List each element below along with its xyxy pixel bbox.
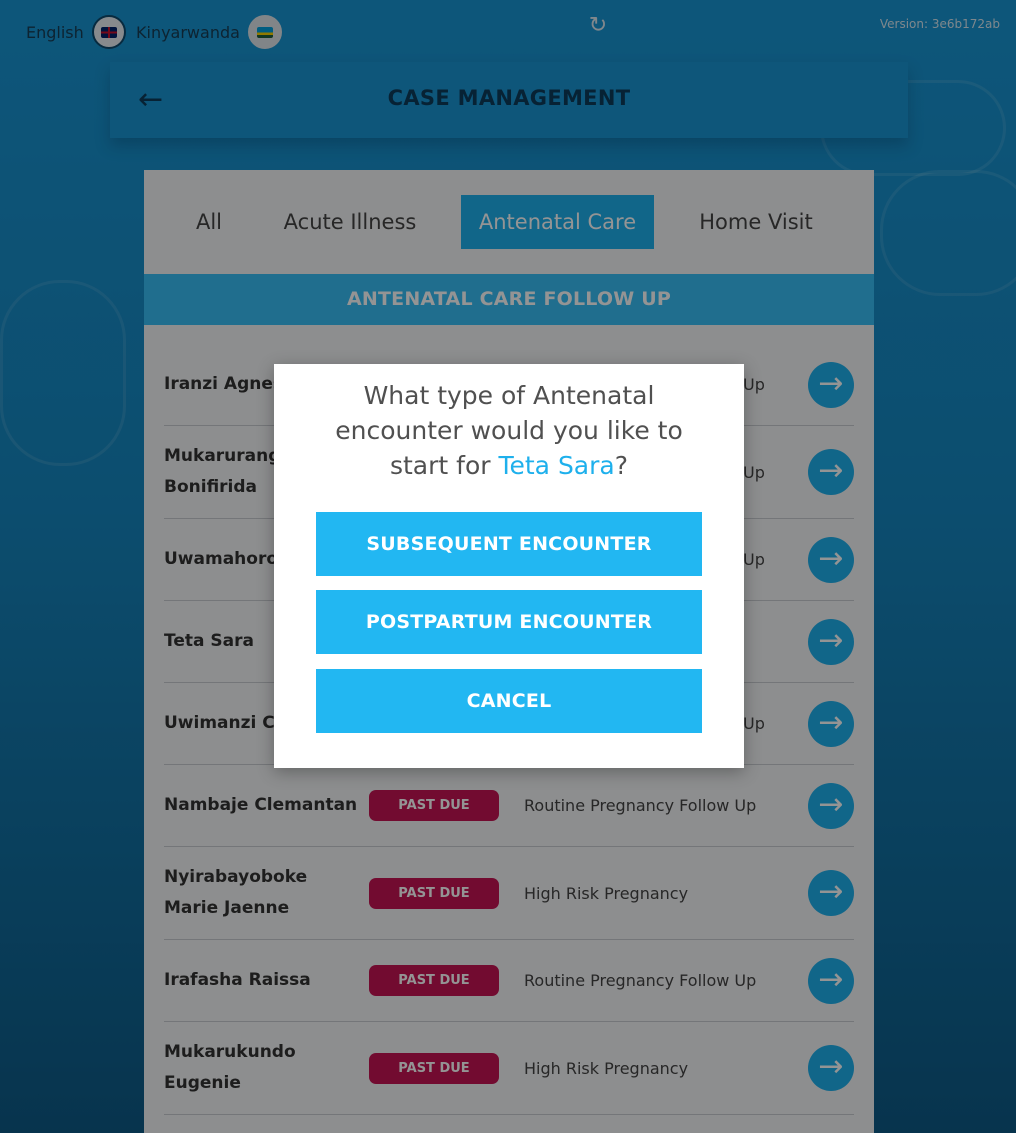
- question-mark: ?: [614, 451, 629, 480]
- subsequent-encounter-button[interactable]: SUBSEQUENT ENCOUNTER: [316, 512, 702, 576]
- postpartum-encounter-button[interactable]: POSTPARTUM ENCOUNTER: [316, 590, 702, 654]
- dialog-question: What type of Antenatal encounter would y…: [304, 378, 714, 483]
- patient-name-highlight: Teta Sara: [498, 451, 615, 480]
- cancel-button[interactable]: CANCEL: [316, 669, 702, 733]
- encounter-type-dialog: What type of Antenatal encounter would y…: [274, 364, 744, 768]
